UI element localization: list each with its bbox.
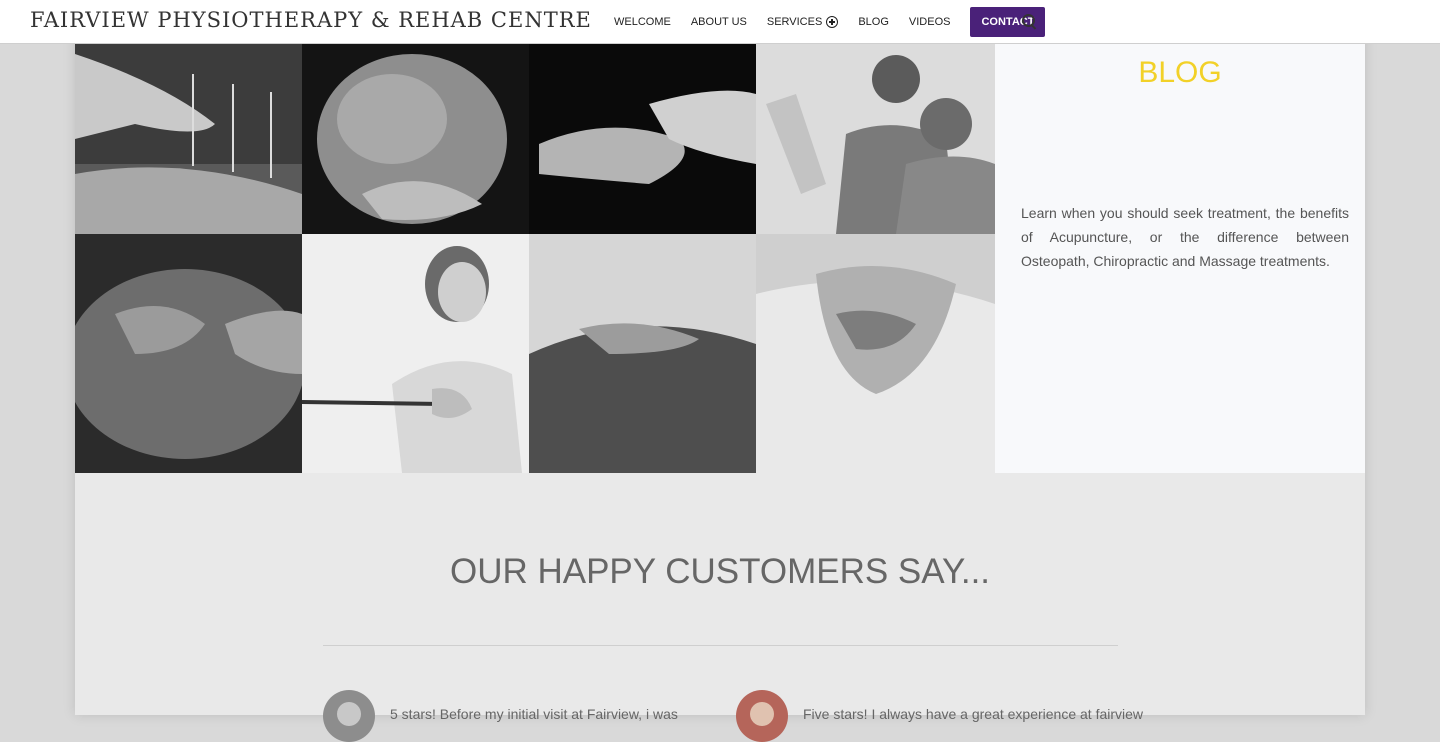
plus-circle-icon[interactable]: [826, 16, 839, 28]
testimonial-text: 5 stars! Before my initial visit at Fair…: [390, 706, 678, 722]
section-divider: [323, 645, 1118, 646]
testimonials-title: OUR HAPPY CUSTOMERS SAY...: [449, 552, 991, 591]
nav-blog[interactable]: BLOG: [858, 16, 889, 28]
search-icon[interactable]: [1022, 14, 1037, 29]
back-massage-photo: [75, 234, 302, 473]
nav-videos[interactable]: VIDEOS: [909, 16, 951, 28]
testimonial-item: 5 stars! Before my initial visit at Fair…: [323, 690, 678, 742]
nav-about-us[interactable]: ABOUT US: [691, 16, 747, 28]
testimonial-text: Five stars! I always have a great experi…: [803, 706, 1144, 722]
testimonial-item: Five stars! I always have a great experi…: [736, 690, 1143, 742]
blog-title[interactable]: BLOG: [995, 56, 1365, 90]
massage-therapy-photo: [529, 234, 756, 473]
nav-services-label: SERVICES: [766, 16, 823, 28]
rehab-exercise-photo: [302, 234, 529, 473]
page-content: BLOG Learn when you should seek treatmen…: [75, 0, 1365, 742]
lower-back-treatment-photo: [756, 234, 995, 473]
treatment-photo-grid: [75, 44, 995, 473]
shoulder-assessment-photo: [756, 44, 995, 234]
nav-welcome[interactable]: WELCOME: [614, 16, 671, 28]
pregnancy-photo: [302, 44, 529, 234]
nav-services[interactable]: SERVICES: [766, 16, 839, 28]
site-logo[interactable]: FAIRVIEW PHYSIOTHERAPY & REHAB CENTRE: [30, 8, 592, 32]
blog-description: Learn when you should seek treatment, th…: [1021, 205, 1349, 269]
avatar: [736, 690, 788, 742]
site-header: FAIRVIEW PHYSIOTHERAPY & REHAB CENTRE WE…: [0, 0, 1440, 44]
acupuncture-photo: [75, 44, 302, 234]
blog-panel: BLOG Learn when you should seek treatmen…: [995, 44, 1365, 473]
avatar: [323, 690, 375, 742]
main-nav: WELCOME ABOUT US SERVICES BLOG VIDEOS CO…: [604, 7, 1046, 37]
hand-therapy-photo: [529, 44, 756, 234]
